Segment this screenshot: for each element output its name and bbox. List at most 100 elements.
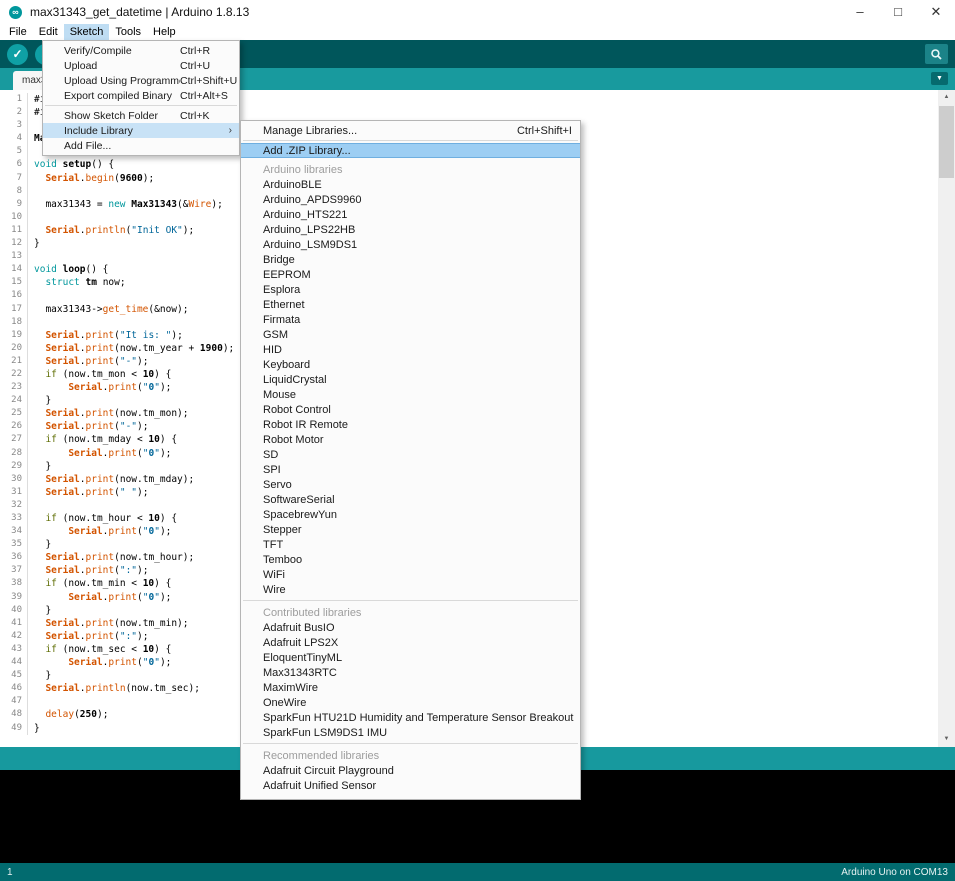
library-item-tft[interactable]: TFT [241, 538, 580, 553]
library-item-arduino-lsm9ds1[interactable]: Arduino_LSM9DS1 [241, 238, 580, 253]
status-bar: 1 Arduino Uno on COM13 [0, 863, 955, 881]
library-item-gsm[interactable]: GSM [241, 328, 580, 343]
close-icon[interactable]: ✕ [917, 0, 955, 24]
code-text: max31343 = new Max31343(&Wire); [34, 198, 223, 211]
menubar-item-tools[interactable]: Tools [109, 24, 147, 40]
verify-button[interactable]: ✓ [7, 44, 28, 65]
line-number: 25 [0, 407, 28, 420]
line-number: 19 [0, 329, 28, 342]
line-number: 31 [0, 486, 28, 499]
submenu-item-manage-libraries[interactable]: Manage Libraries...Ctrl+Shift+I [241, 123, 580, 138]
library-item-eloquenttinyml[interactable]: EloquentTinyML [241, 651, 580, 666]
library-item-bridge[interactable]: Bridge [241, 253, 580, 268]
line-number: 17 [0, 303, 28, 316]
library-item-wire[interactable]: Wire [241, 583, 580, 598]
line-number: 29 [0, 460, 28, 473]
library-item-arduinoble[interactable]: ArduinoBLE [241, 178, 580, 193]
library-item-ethernet[interactable]: Ethernet [241, 298, 580, 313]
library-item-hid[interactable]: HID [241, 343, 580, 358]
library-item-liquidcrystal[interactable]: LiquidCrystal [241, 373, 580, 388]
library-item-max31343rtc[interactable]: Max31343RTC [241, 666, 580, 681]
menu-item-label: Upload [64, 60, 180, 72]
line-number: 46 [0, 682, 28, 695]
library-item-adafruit-lps2x[interactable]: Adafruit LPS2X [241, 636, 580, 651]
code-text: Serial.print(now.tm_mon); [34, 407, 188, 420]
maximize-icon[interactable]: □ [879, 0, 917, 24]
library-item-stepper[interactable]: Stepper [241, 523, 580, 538]
vertical-scrollbar[interactable]: ▲ ▼ [938, 90, 955, 747]
line-number: 41 [0, 617, 28, 630]
line-number: 11 [0, 224, 28, 237]
library-item-arduino-lps22hb[interactable]: Arduino_LPS22HB [241, 223, 580, 238]
code-text: Serial.print(" "); [34, 486, 148, 499]
library-item-spi[interactable]: SPI [241, 463, 580, 478]
line-number: 6 [0, 158, 28, 171]
scroll-up-icon[interactable]: ▲ [938, 90, 955, 105]
code-text: Serial.print(now.tm_min); [34, 617, 188, 630]
code-text: } [34, 604, 51, 617]
library-item-eeprom[interactable]: EEPROM [241, 268, 580, 283]
library-item-esplora[interactable]: Esplora [241, 283, 580, 298]
library-item-wifi[interactable]: WiFi [241, 568, 580, 583]
sketch-menu-item-upload[interactable]: UploadCtrl+U [43, 58, 239, 73]
code-text: Serial.print("0"); [34, 525, 171, 538]
library-item-servo[interactable]: Servo [241, 478, 580, 493]
code-text: Serial.print("-"); [34, 355, 148, 368]
scroll-down-icon[interactable]: ▼ [938, 732, 955, 747]
library-item-spacebrewyun[interactable]: SpacebrewYun [241, 508, 580, 523]
library-item-robot-control[interactable]: Robot Control [241, 403, 580, 418]
serial-monitor-button[interactable] [925, 44, 948, 64]
chevron-down-icon: ▼ [936, 75, 943, 82]
menu-item-shortcut: Ctrl+U [180, 60, 210, 72]
library-item-sd[interactable]: SD [241, 448, 580, 463]
library-item-robot-ir-remote[interactable]: Robot IR Remote [241, 418, 580, 433]
code-text: Serial.print("0"); [34, 591, 171, 604]
library-item-temboo[interactable]: Temboo [241, 553, 580, 568]
code-text: Serial.begin(9600); [34, 172, 154, 185]
code-text: } [34, 237, 40, 250]
submenu-item-add-zip-library[interactable]: Add .ZIP Library... [241, 143, 580, 158]
code-text: if (now.tm_sec < 10) { [34, 643, 171, 656]
tab-dropdown-button[interactable]: ▼ [931, 72, 948, 85]
line-number: 15 [0, 276, 28, 289]
library-item-mouse[interactable]: Mouse [241, 388, 580, 403]
library-item-onewire[interactable]: OneWire [241, 696, 580, 711]
sketch-menu-item-export-compiled-binary[interactable]: Export compiled BinaryCtrl+Alt+S [43, 88, 239, 103]
library-item-sparkfun-lsm9ds1-imu[interactable]: SparkFun LSM9DS1 IMU [241, 726, 580, 741]
library-item-adafruit-circuit-playground[interactable]: Adafruit Circuit Playground [241, 764, 580, 779]
library-item-maximwire[interactable]: MaximWire [241, 681, 580, 696]
library-item-softwareserial[interactable]: SoftwareSerial [241, 493, 580, 508]
library-item-robot-motor[interactable]: Robot Motor [241, 433, 580, 448]
window-controls: – □ ✕ [841, 0, 955, 24]
library-item-adafruit-unified-sensor[interactable]: Adafruit Unified Sensor [241, 779, 580, 794]
menu-item-label: Show Sketch Folder [64, 110, 180, 122]
line-number: 33 [0, 512, 28, 525]
menubar-item-edit[interactable]: Edit [33, 24, 64, 40]
sketch-menu-item-show-sketch-folder[interactable]: Show Sketch FolderCtrl+K [43, 108, 239, 123]
library-item-sparkfun-htu21d-humidity-and-temperature-sensor-breakout[interactable]: SparkFun HTU21D Humidity and Temperature… [241, 711, 580, 726]
line-number: 48 [0, 708, 28, 721]
sketch-menu-item-upload-using-programmer[interactable]: Upload Using ProgrammerCtrl+Shift+U [43, 73, 239, 88]
scrollbar-thumb[interactable] [939, 106, 954, 178]
line-number: 9 [0, 198, 28, 211]
library-item-arduino-hts221[interactable]: Arduino_HTS221 [241, 208, 580, 223]
status-board-port: Arduino Uno on COM13 [841, 867, 948, 878]
menu-item-label: Manage Libraries... [263, 125, 357, 137]
code-text: if (now.tm_hour < 10) { [34, 512, 177, 525]
menubar-item-help[interactable]: Help [147, 24, 182, 40]
titlebar: ∞ max31343_get_datetime | Arduino 1.8.13… [0, 0, 955, 24]
minimize-icon[interactable]: – [841, 0, 879, 24]
arduino-window: ∞ max31343_get_datetime | Arduino 1.8.13… [0, 0, 955, 881]
library-item-keyboard[interactable]: Keyboard [241, 358, 580, 373]
menu-item-label: Upload Using Programmer [64, 75, 180, 87]
sketch-menu-item-include-library[interactable]: Include Library› [43, 123, 239, 138]
menu-item-label: Add File... [64, 140, 180, 152]
library-item-arduino-apds9960[interactable]: Arduino_APDS9960 [241, 193, 580, 208]
menubar-item-file[interactable]: File [3, 24, 33, 40]
library-item-adafruit-busio[interactable]: Adafruit BusIO [241, 621, 580, 636]
sketch-menu-item-add-file[interactable]: Add File... [43, 138, 239, 153]
code-text: } [34, 722, 40, 735]
sketch-menu-item-verify-compile[interactable]: Verify/CompileCtrl+R [43, 43, 239, 58]
menubar-item-sketch[interactable]: Sketch [64, 24, 110, 40]
library-item-firmata[interactable]: Firmata [241, 313, 580, 328]
